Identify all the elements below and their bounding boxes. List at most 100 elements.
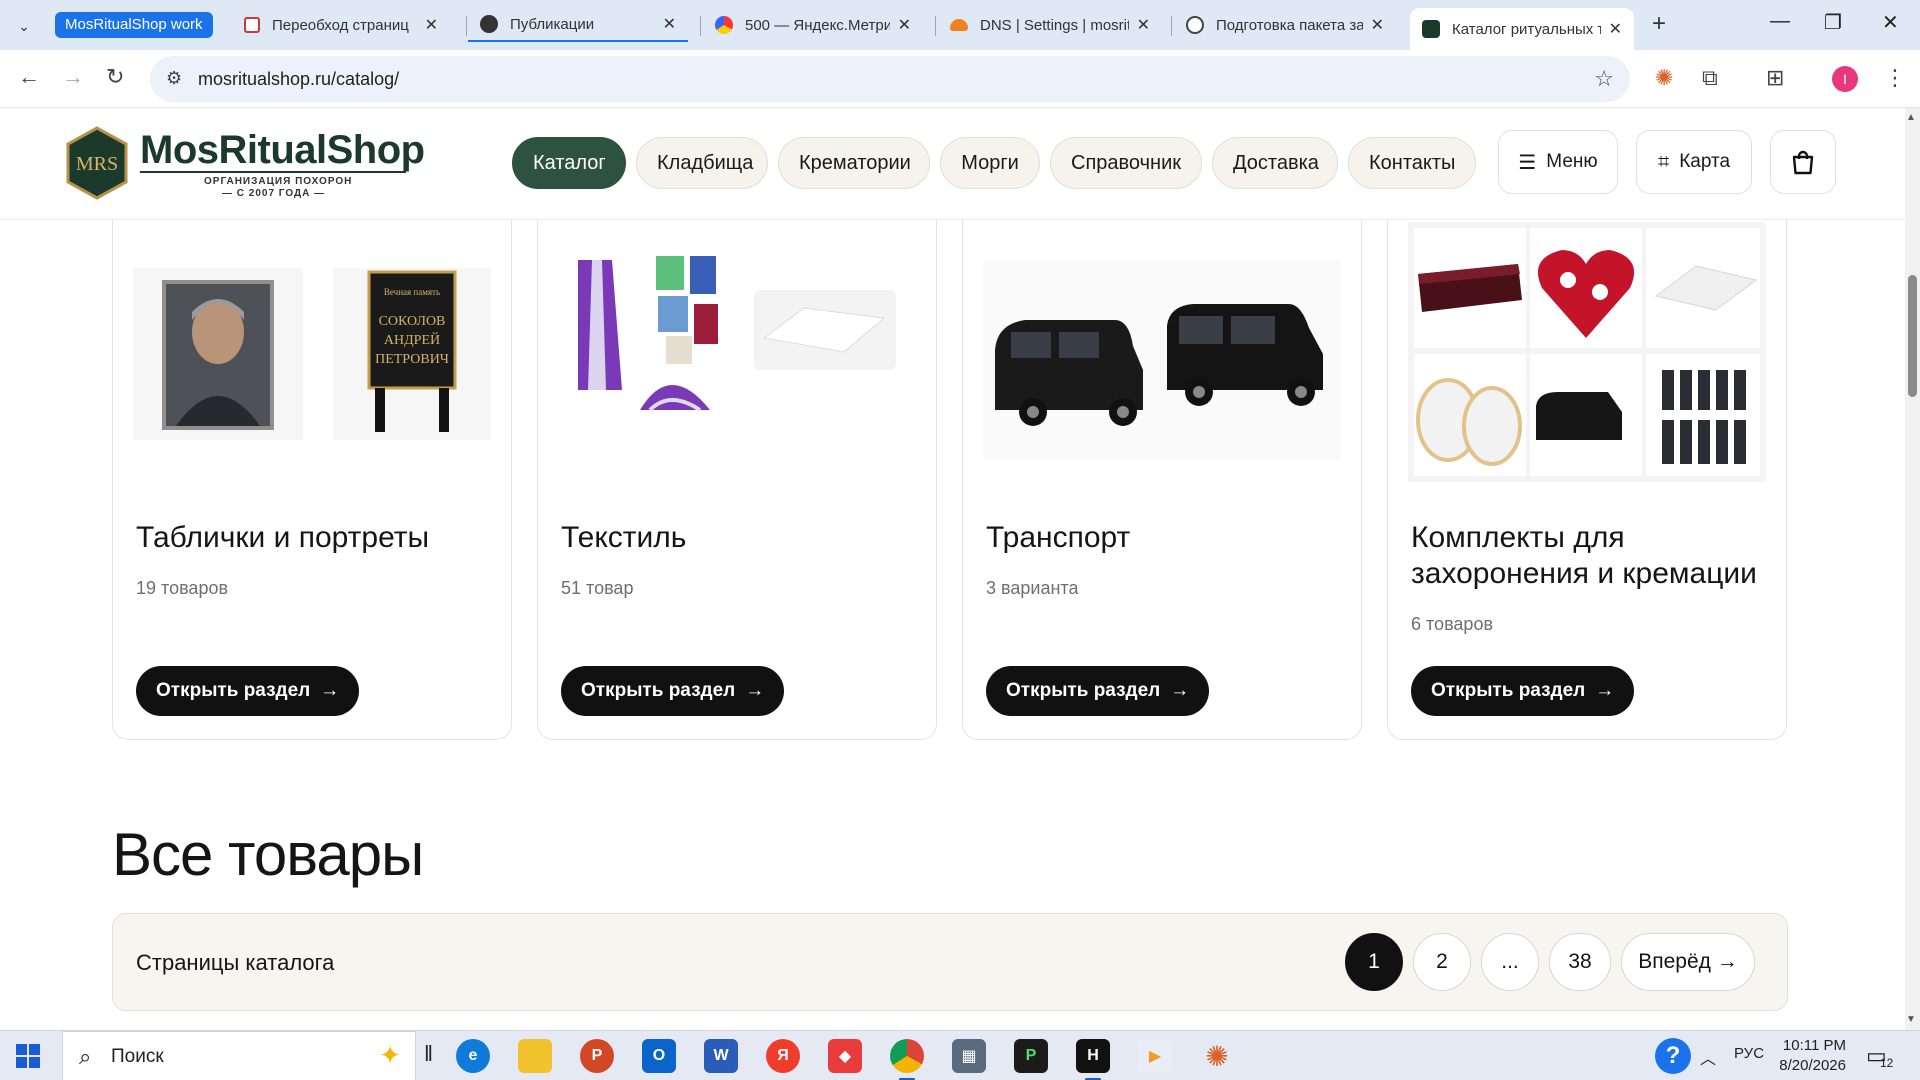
nav-morgues[interactable]: Морги — [940, 137, 1040, 189]
help-icon[interactable]: ? — [1655, 1038, 1691, 1074]
tab-group-label[interactable]: MosRitualShop work — [55, 12, 213, 38]
bookmark-star-icon[interactable]: ☆ — [1594, 66, 1614, 92]
logo-emblem-icon[interactable]: MRS — [66, 126, 128, 200]
nav-contacts[interactable]: Контакты — [1348, 137, 1476, 189]
next-page-button[interactable]: Вперёд → — [1621, 933, 1755, 991]
claude-icon[interactable]: ✺ — [1200, 1039, 1234, 1073]
card-title[interactable]: Транспорт — [986, 520, 1336, 556]
yandex-browser-icon[interactable]: Я — [766, 1039, 800, 1073]
nav-delivery[interactable]: Доставка — [1212, 137, 1338, 189]
svg-text:Вечная память: Вечная память — [384, 287, 440, 297]
page-scrollbar[interactable] — [1905, 108, 1920, 1030]
open-section-button[interactable]: Открыть раздел → — [1411, 666, 1635, 716]
close-tab-icon[interactable]: ✕ — [1137, 15, 1150, 35]
tab-dns-settings[interactable]: DNS | Settings | mosritualshop ✕ — [938, 8, 1162, 42]
tab-separator — [700, 16, 701, 36]
close-tab-icon[interactable]: ✕ — [425, 15, 438, 35]
pycharm-icon[interactable]: P — [1014, 1039, 1048, 1073]
browser-menu-icon[interactable]: ⋮ — [1884, 65, 1906, 91]
word-icon[interactable]: W — [704, 1039, 738, 1073]
close-tab-icon[interactable]: ✕ — [898, 15, 911, 35]
arrow-right-icon: → — [745, 680, 765, 701]
open-section-button[interactable]: Открыть раздел → — [136, 666, 360, 716]
card-product-count: 19 товаров — [136, 578, 229, 598]
profile-avatar[interactable]: I — [1832, 66, 1858, 92]
minimize-icon[interactable]: — — [1770, 10, 1790, 33]
scroll-down-arrow-icon[interactable]: ▼ — [1906, 1014, 1916, 1025]
tab-title: Подготовка пакета за — [1216, 16, 1363, 34]
button-label: Открыть раздел — [1431, 680, 1586, 701]
shopping-bag-icon — [1792, 150, 1814, 175]
translate-icon[interactable]: ⊞ — [1766, 65, 1784, 91]
cart-button[interactable] — [1770, 130, 1836, 194]
tab-search-chevron-icon[interactable]: ⌄ — [10, 12, 38, 40]
taskbar-search-box[interactable]: ⌕ Поиск ✦ — [62, 1031, 416, 1080]
address-bar[interactable]: ⚙ mosritualshop.ru/catalog/ ☆ — [150, 56, 1630, 102]
button-label: Открыть раздел — [1006, 680, 1161, 701]
open-section-button[interactable]: Открыть раздел → — [561, 666, 785, 716]
tab-publications[interactable]: Публикации ✕ — [468, 8, 688, 42]
windows-start-icon[interactable] — [16, 1044, 40, 1068]
map-button[interactable]: ⌗ Карта — [1636, 130, 1752, 194]
category-image-plaques-portraits[interactable]: Вечная память СОКОЛОВ АНДРЕЙ ПЕТРОВИЧ — [133, 220, 491, 482]
catalog-card-burial-kits: Комплекты для захоронения и кремации 6 т… — [1387, 220, 1787, 740]
notion-like-app-icon[interactable]: H — [1076, 1039, 1110, 1080]
restore-icon[interactable]: ❐ — [1824, 10, 1842, 35]
tab-title: Переобход страниц — [272, 16, 409, 34]
anydesk-icon[interactable]: ◆ — [828, 1039, 862, 1073]
url-text[interactable]: mosritualshop.ru/catalog/ — [198, 69, 399, 90]
tab-separator — [1171, 16, 1172, 36]
taskbar-divider-icon: ‖ — [424, 1041, 434, 1066]
open-section-button[interactable]: Открыть раздел → — [986, 666, 1210, 716]
card-title[interactable]: Таблички и портреты — [136, 520, 486, 556]
menu-button[interactable]: ☰ Меню — [1498, 130, 1618, 194]
scrollbar-thumb[interactable] — [1908, 275, 1917, 397]
close-window-icon[interactable]: ✕ — [1882, 10, 1899, 35]
card-title[interactable]: Комплекты для захоронения и кремации — [1411, 520, 1761, 592]
close-tab-icon[interactable]: ✕ — [663, 14, 676, 34]
tray-chevron-up-icon[interactable]: ︿ — [1700, 1045, 1716, 1069]
extensions-puzzle-icon[interactable]: ⧉ — [1702, 65, 1718, 91]
tab-reindex[interactable]: Переобход страниц ✕ — [232, 8, 450, 42]
taskbar-clock[interactable]: 10:11 PM 8/20/2026 — [1776, 1036, 1846, 1076]
card-title[interactable]: Текстиль — [561, 520, 911, 556]
tab-catalog-active[interactable]: Каталог ритуальных т ✕ — [1410, 8, 1634, 50]
calculator-icon[interactable]: ▦ — [952, 1039, 986, 1073]
tab-separator — [466, 16, 467, 36]
category-image-burial-kits[interactable] — [1408, 220, 1766, 482]
svg-text:ПЕТРОВИЧ: ПЕТРОВИЧ — [375, 352, 449, 367]
powerpoint-icon[interactable]: P — [580, 1039, 614, 1073]
outlook-icon[interactable]: O — [642, 1039, 676, 1073]
catalog-card-textile: Текстиль 51 товар Открыть раздел → — [537, 220, 937, 740]
media-player-icon[interactable]: ▶ — [1138, 1039, 1172, 1073]
button-label: Открыть раздел — [156, 680, 311, 701]
page-2-button[interactable]: 2 — [1413, 933, 1471, 991]
nav-crematoria[interactable]: Крематории — [778, 137, 930, 189]
site-settings-icon[interactable]: ⚙ — [166, 68, 182, 89]
extension-sparkle-icon[interactable]: ✺ — [1655, 65, 1673, 91]
close-tab-icon[interactable]: ✕ — [1371, 15, 1384, 35]
nav-cemeteries[interactable]: Кладбища — [636, 137, 768, 189]
edge-icon[interactable]: e — [456, 1039, 490, 1073]
input-language[interactable]: РУС — [1734, 1045, 1764, 1062]
new-tab-icon[interactable]: + — [1652, 10, 1666, 38]
browser-tab-bar: ⌄ MosRitualShop work Переобход страниц ✕… — [0, 0, 1920, 50]
tab-package-prep[interactable]: Подготовка пакета за ✕ — [1174, 8, 1396, 42]
scroll-up-arrow-icon[interactable]: ▲ — [1906, 112, 1916, 123]
close-tab-icon[interactable]: ✕ — [1609, 19, 1622, 39]
file-explorer-icon[interactable] — [518, 1039, 552, 1073]
category-image-textile[interactable] — [558, 220, 916, 482]
reload-icon[interactable]: ↻ — [106, 64, 124, 90]
nav-catalog[interactable]: Каталог — [512, 137, 626, 189]
page-38-button[interactable]: 38 — [1549, 933, 1611, 991]
category-image-transport[interactable] — [983, 220, 1341, 482]
copilot-sparkle-icon[interactable]: ✦ — [379, 1040, 401, 1071]
svg-text:MRS: MRS — [76, 153, 118, 175]
back-icon[interactable]: ← — [18, 64, 40, 90]
chrome-icon[interactable] — [890, 1039, 924, 1080]
logo-title[interactable]: MosRitualShop — [140, 128, 425, 173]
nav-directory[interactable]: Справочник — [1050, 137, 1202, 189]
page-1-button[interactable]: 1 — [1345, 933, 1403, 991]
forward-icon[interactable]: → — [62, 64, 84, 90]
tab-metrika[interactable]: 500 — Яндекс.Метрика ✕ — [703, 8, 923, 42]
